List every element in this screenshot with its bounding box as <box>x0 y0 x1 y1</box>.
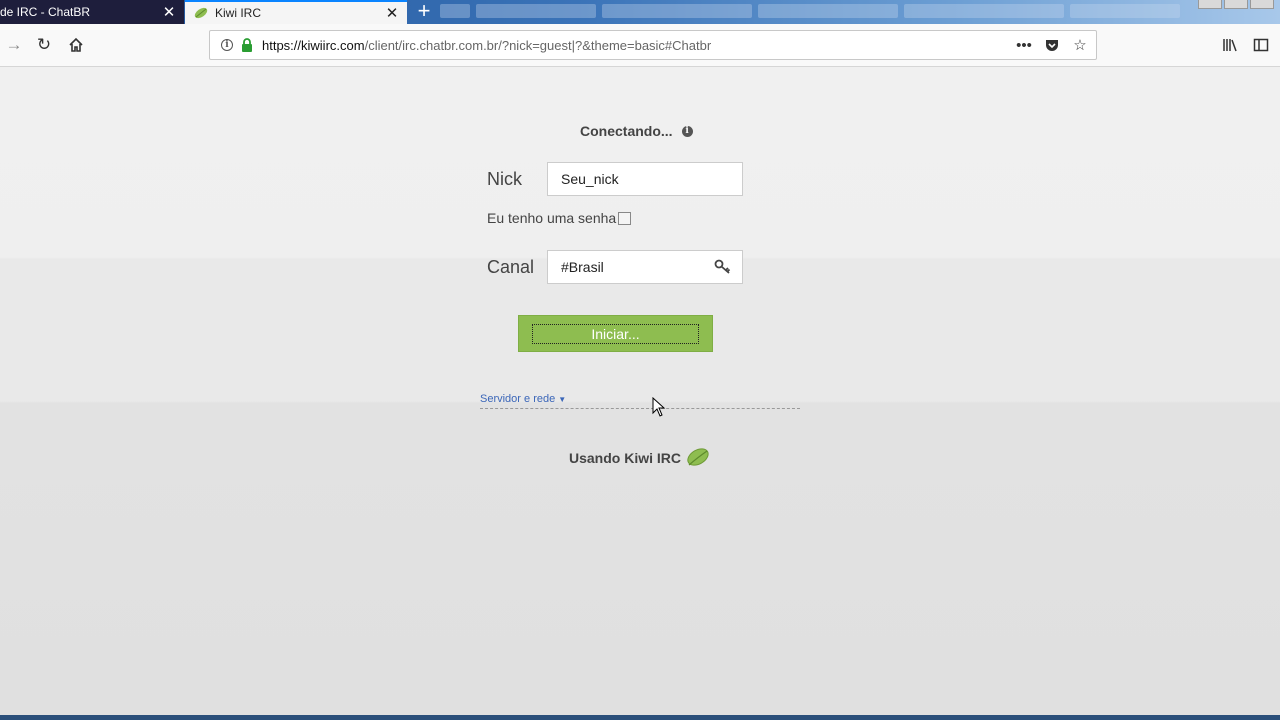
url-text[interactable]: https://kiwiirc.com/client/irc.chatbr.co… <box>262 38 1014 53</box>
pocket-icon[interactable] <box>1042 35 1062 55</box>
more-icon[interactable]: ••• <box>1014 35 1034 55</box>
star-icon[interactable]: ☆ <box>1070 35 1090 55</box>
home-icon <box>69 37 83 52</box>
kiwi-irc-page: Conectando... i Nick Seu_nick Eu tenho u… <box>0 67 1280 715</box>
close-window-icon[interactable] <box>1250 0 1274 9</box>
kiwi-leaf-icon <box>687 448 709 466</box>
server-link-label: Servidor e rede <box>480 393 556 405</box>
reload-icon: ↻ <box>36 35 52 54</box>
powered-by: Usando Kiwi IRC <box>569 446 711 470</box>
window-controls[interactable] <box>1198 0 1274 9</box>
close-tab-icon[interactable]: ✕ <box>383 4 401 22</box>
connection-status: Conectando... i <box>580 123 693 139</box>
info-icon: i <box>221 39 233 51</box>
kiwi-leaf-icon <box>194 7 208 19</box>
password-label: Eu tenho uma senha <box>487 210 617 226</box>
minimize-icon[interactable] <box>1198 0 1222 9</box>
background-tabs <box>440 4 1180 20</box>
forward-button[interactable]: → <box>2 34 26 56</box>
start-button-label: Iniciar... <box>532 323 699 344</box>
key-icon[interactable] <box>714 259 732 275</box>
info-icon[interactable]: i <box>681 125 693 137</box>
chevron-down-icon: ▼ <box>558 395 567 404</box>
address-bar[interactable]: i https://kiwiirc.com/client/irc.chatbr.… <box>209 30 1097 60</box>
tab-title: de IRC - ChatBR <box>0 5 91 19</box>
library-button[interactable] <box>1218 34 1242 56</box>
nick-input[interactable]: Seu_nick <box>547 162 743 196</box>
lock-icon <box>238 38 256 52</box>
mouse-cursor-icon <box>652 397 666 417</box>
password-toggle[interactable]: Eu tenho uma senha <box>487 210 632 226</box>
server-network-link[interactable]: Servidor e rede ▼ <box>480 393 566 405</box>
close-tab-icon[interactable]: ✕ <box>160 3 178 21</box>
forward-arrow-icon: → <box>5 35 23 54</box>
url-host: https://kiwiirc.com <box>262 37 365 53</box>
tab-strip: de IRC - ChatBR ✕ Kiwi IRC ✕ + <box>0 0 1280 24</box>
sidebar-button[interactable] <box>1249 34 1273 56</box>
nick-value: Seu_nick <box>561 171 619 187</box>
tab-chatbr[interactable]: de IRC - ChatBR ✕ <box>0 0 184 24</box>
new-tab-button[interactable]: + <box>412 0 436 24</box>
channel-input[interactable]: #Brasil <box>547 250 743 284</box>
nick-label: Nick <box>487 169 522 189</box>
status-text: Conectando... <box>580 123 673 139</box>
tab-title: Kiwi IRC <box>215 6 262 20</box>
powered-by-text: Usando Kiwi IRC <box>569 450 682 466</box>
home-button[interactable] <box>64 34 88 56</box>
library-icon <box>1223 39 1237 52</box>
tab-kiwi-irc[interactable]: Kiwi IRC ✕ <box>185 0 407 24</box>
url-path: /client/irc.chatbr.com.br/?nick=guest|?&… <box>364 37 712 53</box>
reload-button[interactable]: ↻ <box>32 34 56 56</box>
os-taskbar <box>0 715 1280 720</box>
sidebar-icon <box>1253 38 1269 52</box>
navigation-bar: → ↻ i https://kiwiirc.com/client/irc.cha… <box>0 24 1280 67</box>
password-checkbox[interactable] <box>618 211 632 225</box>
maximize-icon[interactable] <box>1224 0 1248 9</box>
start-button[interactable]: Iniciar... <box>518 315 713 352</box>
site-info-button[interactable]: i <box>216 39 238 51</box>
channel-value: #Brasil <box>561 259 604 275</box>
divider <box>480 408 800 409</box>
channel-label: Canal <box>487 257 535 277</box>
